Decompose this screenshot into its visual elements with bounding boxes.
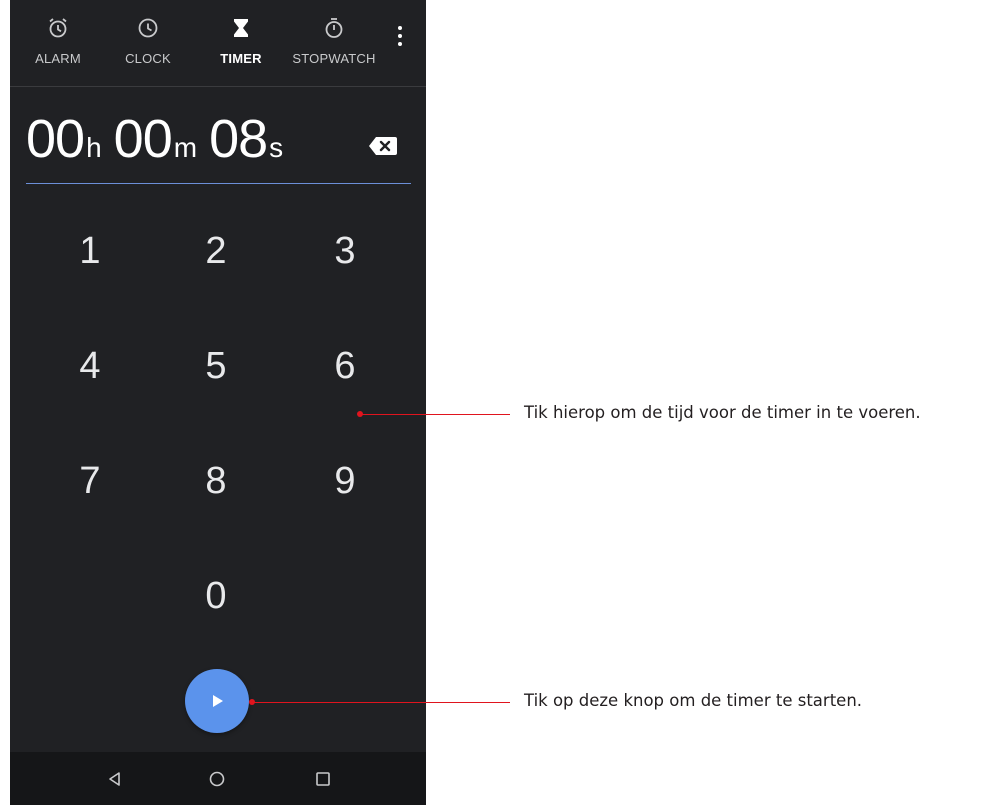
tab-alarm[interactable]: ALARM	[10, 0, 108, 86]
keypad-key-4[interactable]: 4	[45, 326, 135, 406]
tab-divider	[10, 86, 426, 87]
recents-icon[interactable]	[308, 764, 338, 794]
timer-display-underline	[26, 183, 411, 184]
tab-timer[interactable]: TIMER	[191, 0, 291, 86]
home-icon[interactable]	[202, 764, 232, 794]
tab-clock-label: CLOCK	[125, 51, 171, 66]
start-callout-line	[254, 702, 510, 703]
tab-timer-label: TIMER	[220, 51, 262, 66]
timer-hours-unit: h	[86, 132, 102, 163]
phone-screen: ALARM CLOCK TIMER STOPWATCH 00h 00m 08s …	[10, 0, 426, 805]
keypad-callout-line	[362, 414, 510, 415]
alarm-icon	[44, 14, 72, 42]
play-icon	[209, 693, 225, 709]
timer-seconds: 08	[209, 109, 268, 169]
timer-hours: 00	[26, 109, 85, 169]
stopwatch-icon	[320, 14, 348, 42]
system-navigation-bar	[10, 752, 426, 805]
timer-display: 00h 00m 08s	[26, 108, 295, 188]
timer-minutes: 00	[113, 109, 173, 169]
timer-minutes-unit: m	[173, 132, 198, 163]
overflow-menu-icon[interactable]	[388, 22, 412, 50]
back-icon[interactable]	[100, 764, 130, 794]
backspace-icon[interactable]	[368, 134, 398, 158]
keypad-key-5[interactable]: 5	[171, 326, 261, 406]
keypad-key-0[interactable]: 0	[171, 556, 261, 636]
tab-stopwatch[interactable]: STOPWATCH	[284, 0, 384, 86]
keypad-key-8[interactable]: 8	[171, 441, 261, 521]
clock-icon	[134, 14, 162, 42]
keypad-key-3[interactable]: 3	[300, 211, 390, 291]
keypad-key-6[interactable]: 6	[300, 326, 390, 406]
tab-bar: ALARM CLOCK TIMER STOPWATCH	[10, 0, 426, 86]
keypad-key-1[interactable]: 1	[45, 211, 135, 291]
keypad-key-2[interactable]: 2	[171, 211, 261, 291]
timer-seconds-unit: s	[269, 132, 284, 163]
tab-alarm-label: ALARM	[35, 51, 81, 66]
keypad-key-7[interactable]: 7	[45, 441, 135, 521]
start-timer-button[interactable]	[185, 669, 249, 733]
keypad-callout-text: Tik hierop om de tijd voor de timer in t…	[524, 403, 921, 422]
keypad-key-9[interactable]: 9	[300, 441, 390, 521]
hourglass-icon	[227, 14, 255, 42]
start-callout-text: Tik op deze knop om de timer te starten.	[524, 691, 863, 710]
tab-clock[interactable]: CLOCK	[98, 0, 198, 86]
tab-stopwatch-label: STOPWATCH	[292, 51, 376, 66]
